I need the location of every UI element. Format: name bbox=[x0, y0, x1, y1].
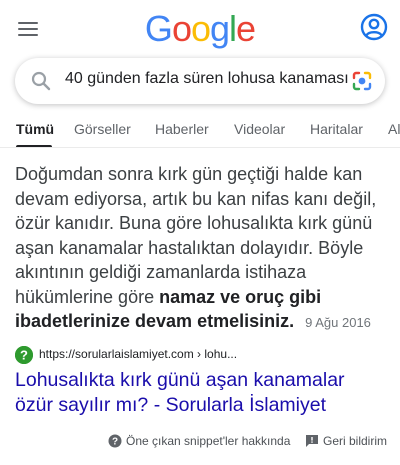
tab-all[interactable]: Tümü bbox=[16, 121, 54, 137]
logo-letter: l bbox=[229, 8, 237, 49]
svg-text:?: ? bbox=[20, 348, 28, 363]
tab-news[interactable]: Haberler bbox=[155, 121, 209, 137]
logo-letter: e bbox=[236, 8, 256, 49]
featured-snippet-text: Doğumdan sonra kırk gün geçtiği halde ka… bbox=[15, 162, 387, 336]
feedback-icon bbox=[306, 435, 318, 447]
search-icon[interactable] bbox=[30, 70, 52, 92]
search-input[interactable]: 40 günden fazla süren lohusa kanaması bbox=[65, 70, 350, 92]
result-source[interactable]: ? https://sorularlaislamiyet.com › lohu.… bbox=[15, 345, 387, 365]
svg-text:?: ? bbox=[112, 437, 118, 448]
snippet-footer: ? Öne çıkan snippet'ler hakkında Geri bi… bbox=[0, 430, 400, 454]
feedback-label: Geri bildirim bbox=[323, 434, 388, 448]
tab-videos[interactable]: Videolar bbox=[234, 121, 285, 137]
feedback-link[interactable]: Geri bildirim bbox=[305, 434, 387, 448]
google-lens-icon[interactable] bbox=[351, 70, 373, 92]
account-circle-icon[interactable] bbox=[360, 13, 388, 41]
logo-letter: o bbox=[190, 8, 211, 49]
logo-letter: o bbox=[171, 8, 192, 49]
about-label: Öne çıkan snippet'ler hakkında bbox=[126, 434, 291, 448]
source-url: https://sorularlaislamiyet.com › lohu... bbox=[39, 347, 238, 361]
top-bar: Google bbox=[0, 0, 400, 58]
help-icon: ? bbox=[108, 434, 122, 448]
about-featured-snippets-link[interactable]: ? Öne çıkan snippet'ler hakkında bbox=[108, 434, 290, 448]
search-box[interactable]: 40 günden fazla süren lohusa kanaması bbox=[15, 58, 385, 104]
snippet-text: Doğumdan sonra kırk gün geçtiği halde ka… bbox=[15, 164, 377, 307]
site-favicon: ? bbox=[15, 346, 33, 364]
logo-letter: G bbox=[144, 8, 173, 49]
tab-images[interactable]: Görseller bbox=[74, 121, 131, 137]
tab-maps[interactable]: Haritalar bbox=[310, 121, 363, 137]
google-logo[interactable]: Google bbox=[0, 8, 400, 50]
search-tabs: Tümü Görseller Haberler Videolar Harital… bbox=[0, 112, 400, 148]
tab-more[interactable]: Al bbox=[388, 121, 400, 137]
active-tab-indicator bbox=[16, 145, 52, 147]
snippet-date: 9 Ağu 2016 bbox=[305, 315, 371, 330]
logo-letter: g bbox=[210, 8, 230, 49]
result-title-link[interactable]: Lohusalıkta kırk günü aşan kanamalar özü… bbox=[15, 368, 385, 418]
